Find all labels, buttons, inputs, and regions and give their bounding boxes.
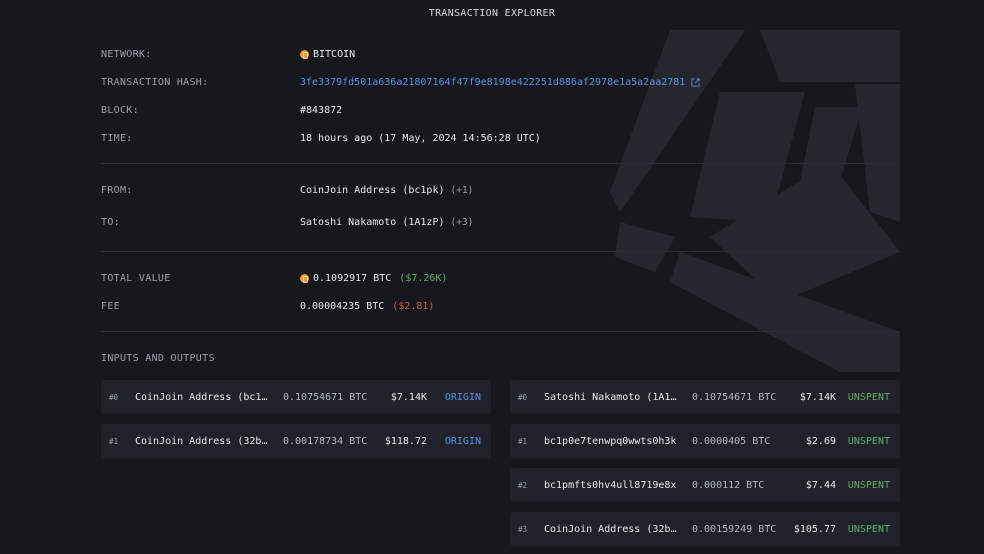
- network-value: BITCOIN: [313, 49, 356, 60]
- input-index: #1: [109, 436, 119, 446]
- to-address[interactable]: Satoshi Nakamoto (1A1zP): [300, 217, 445, 228]
- output-amount: 0.10754671 BTC: [692, 391, 777, 403]
- input-amount: 0.00178734 BTC: [283, 435, 368, 447]
- block-label: BLOCK:: [101, 105, 139, 116]
- total-value: 0.1092917 BTC: [313, 273, 392, 284]
- divider: [101, 163, 899, 164]
- inputs-outputs-title: INPUTS AND OUTPUTS: [101, 353, 215, 364]
- output-status: UNSPENT: [847, 479, 890, 491]
- output-row[interactable]: #0 Satoshi Nakamoto (1A1zP) 0.10754671 B…: [510, 380, 900, 414]
- from-address[interactable]: CoinJoin Address (bc1pk): [300, 185, 445, 196]
- output-amount: 0.00159249 BTC: [692, 523, 777, 535]
- page-title: TRANSACTION EXPLORER: [428, 8, 556, 19]
- divider: [101, 331, 899, 332]
- time-value: 18 hours ago (17 May, 2024 14:56:28 UTC): [300, 133, 541, 144]
- input-row[interactable]: #1 CoinJoin Address (32bC1) 0.00178734 B…: [101, 424, 491, 458]
- fee-usd: ($2.81): [392, 301, 435, 312]
- divider: [101, 251, 899, 252]
- output-amount: 0.0000405 BTC: [692, 435, 771, 447]
- total-value-label: TOTAL VALUE: [101, 273, 171, 284]
- input-row[interactable]: #0 CoinJoin Address (bc1pk) 0.10754671 B…: [101, 380, 491, 414]
- to-label: TO:: [101, 217, 120, 228]
- output-usd: $7.14K: [799, 391, 836, 403]
- input-usd: $7.14K: [390, 391, 427, 403]
- bitcoin-icon: [300, 50, 309, 59]
- network-label: NETWORK:: [101, 49, 152, 60]
- transaction-hash-link[interactable]: 3fe3379fd501a636a21807164f47f9e8198e4222…: [300, 77, 685, 88]
- input-address[interactable]: CoinJoin Address (32bC1): [135, 436, 269, 447]
- output-row[interactable]: #1 bc1p0e7tenwpq0wwts0h3k 0.0000405 BTC …: [510, 424, 900, 458]
- input-usd: $118.72: [384, 435, 427, 447]
- total-value-usd: ($7.26K): [399, 273, 448, 284]
- input-address[interactable]: CoinJoin Address (bc1pk): [135, 392, 269, 403]
- from-label: FROM:: [101, 185, 133, 196]
- output-status: UNSPENT: [847, 523, 890, 535]
- output-amount: 0.000112 BTC: [692, 479, 765, 491]
- output-address[interactable]: bc1pmfts0hv4ull8719e8x: [544, 480, 678, 491]
- output-usd: $105.77: [793, 523, 836, 535]
- time-label: TIME:: [101, 133, 133, 144]
- input-status[interactable]: ORIGIN: [445, 392, 481, 403]
- input-index: #0: [109, 392, 119, 402]
- fee-label: FEE: [101, 301, 120, 312]
- output-index: #2: [518, 480, 528, 490]
- output-usd: $7.44: [805, 479, 836, 491]
- external-link-icon[interactable]: [691, 78, 700, 87]
- arkham-logo-watermark: [610, 30, 900, 372]
- output-row[interactable]: #2 bc1pmfts0hv4ull8719e8x 0.000112 BTC $…: [510, 468, 900, 502]
- output-usd: $2.69: [805, 435, 836, 447]
- output-index: #0: [518, 392, 528, 402]
- bitcoin-icon: [300, 274, 309, 283]
- output-status: UNSPENT: [847, 435, 890, 447]
- input-status[interactable]: ORIGIN: [445, 436, 481, 447]
- from-extra-count[interactable]: (+1): [451, 185, 474, 196]
- fee-value: 0.00004235 BTC: [300, 301, 385, 312]
- output-status: UNSPENT: [847, 391, 890, 403]
- output-address[interactable]: bc1p0e7tenwpq0wwts0h3k: [544, 436, 678, 447]
- input-amount: 0.10754671 BTC: [283, 391, 368, 403]
- hash-label: TRANSACTION HASH:: [101, 77, 209, 88]
- output-address[interactable]: Satoshi Nakamoto (1A1zP): [544, 392, 678, 403]
- block-value[interactable]: #843872: [300, 105, 342, 116]
- output-index: #1: [518, 436, 528, 446]
- output-row[interactable]: #3 CoinJoin Address (32bC1) 0.00159249 B…: [510, 512, 900, 546]
- output-index: #3: [518, 524, 528, 534]
- to-extra-count[interactable]: (+3): [451, 217, 474, 228]
- output-address[interactable]: CoinJoin Address (32bC1): [544, 524, 678, 535]
